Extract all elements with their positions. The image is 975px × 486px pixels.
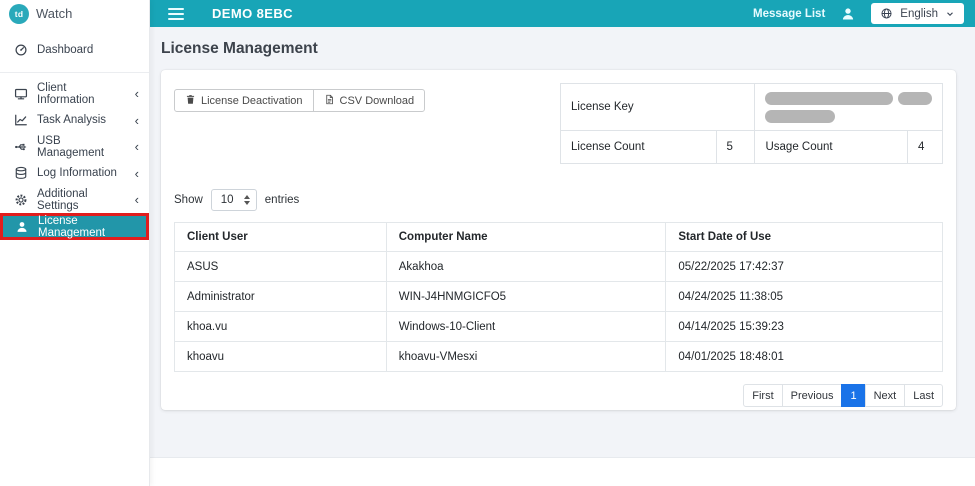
page-title: License Management xyxy=(161,40,955,58)
sidebar-item-additional-settings[interactable]: Additional Settings ‹ xyxy=(0,187,149,214)
select-arrows-icon xyxy=(244,195,250,205)
sidebar-item-label: Dashboard xyxy=(37,44,93,56)
sidebar-item-dashboard[interactable]: Dashboard xyxy=(0,37,149,64)
brand: td Watch xyxy=(0,0,149,27)
chevron-left-icon: ‹ xyxy=(135,167,139,180)
csv-download-label: CSV Download xyxy=(340,95,415,107)
toolbar-button-group: License Deactivation CSV Download xyxy=(174,89,425,112)
csv-download-button[interactable]: CSV Download xyxy=(313,89,426,112)
license-key-label: License Key xyxy=(561,84,755,131)
person-icon xyxy=(14,220,29,234)
cell-start-date: 04/24/2025 11:38:05 xyxy=(666,282,943,312)
chevron-left-icon: ‹ xyxy=(135,114,139,127)
card-top-row: License Deactivation CSV Download Licens… xyxy=(174,83,943,163)
usage-count-value: 4 xyxy=(908,131,943,164)
license-deactivation-label: License Deactivation xyxy=(201,95,303,107)
license-info-table: License Key License Count 5 Usage Count … xyxy=(560,83,943,164)
entries-selected-value: 10 xyxy=(221,194,234,206)
license-count-value: 5 xyxy=(716,131,755,164)
trash-icon xyxy=(185,94,196,108)
usb-icon xyxy=(13,140,28,154)
hamburger-icon[interactable] xyxy=(168,8,184,20)
topbar-title: DEMO 8EBC xyxy=(212,6,293,21)
column-client-user: Client User xyxy=(175,223,387,252)
user-icon[interactable] xyxy=(840,6,856,22)
sidebar-item-label: Log Information xyxy=(37,167,117,179)
sidebar-item-log-information[interactable]: Log Information ‹ xyxy=(0,160,149,187)
cell-computer-name: WIN-J4HNMGICFO5 xyxy=(386,282,666,312)
footer xyxy=(150,457,975,486)
chevron-left-icon: ‹ xyxy=(135,140,139,153)
topbar: DEMO 8EBC Message List English xyxy=(150,0,975,27)
sidebar-item-label: Additional Settings xyxy=(37,188,126,212)
entries-control: Show 10 entries xyxy=(174,189,943,211)
cell-client-user: khoavu xyxy=(175,342,387,372)
file-icon xyxy=(324,94,335,108)
table-row: khoavu khoavu-VMesxi 04/01/2025 18:48:01 xyxy=(175,342,943,372)
license-key-redacted xyxy=(765,92,932,105)
table-row: khoa.vu Windows-10-Client 04/14/2025 15:… xyxy=(175,312,943,342)
usage-count-label: Usage Count xyxy=(755,131,908,164)
sidebar: td Watch Dashboard Client Information ‹ xyxy=(0,0,150,486)
cell-computer-name: khoavu-VMesxi xyxy=(386,342,666,372)
gauge-icon xyxy=(13,43,28,57)
column-computer-name: Computer Name xyxy=(386,223,666,252)
license-key-value xyxy=(755,84,943,131)
language-selected: English xyxy=(900,8,938,20)
table-row: Administrator WIN-J4HNMGICFO5 04/24/2025… xyxy=(175,282,943,312)
chart-line-icon xyxy=(13,113,28,127)
cell-computer-name: Akakhoa xyxy=(386,252,666,282)
sidebar-item-usb-management[interactable]: USB Management ‹ xyxy=(0,134,149,161)
cell-start-date: 05/22/2025 17:42:37 xyxy=(666,252,943,282)
brand-name: Watch xyxy=(36,6,72,21)
sidebar-nav: Dashboard Client Information ‹ Task Anal… xyxy=(0,27,149,240)
watch-logo-icon: td xyxy=(9,4,29,24)
redaction-pill xyxy=(765,92,893,105)
table-row: ASUS Akakhoa 05/22/2025 17:42:37 xyxy=(175,252,943,282)
monitor-icon xyxy=(13,87,28,101)
entries-label: entries xyxy=(265,194,300,206)
pagination: First Previous 1 Next Last xyxy=(174,384,943,407)
pagination-last-button[interactable]: Last xyxy=(904,384,943,407)
sidebar-item-client-information[interactable]: Client Information ‹ xyxy=(0,81,149,108)
language-selector[interactable]: English xyxy=(871,3,964,24)
topbar-right: Message List English xyxy=(753,3,975,24)
license-deactivation-button[interactable]: License Deactivation xyxy=(174,89,314,112)
license-count-label: License Count xyxy=(561,131,717,164)
globe-icon xyxy=(880,7,893,20)
cell-start-date: 04/14/2025 15:39:23 xyxy=(666,312,943,342)
redaction-pill xyxy=(898,92,932,105)
database-icon xyxy=(13,166,28,180)
pagination-page-1-button[interactable]: 1 xyxy=(841,384,865,407)
chevron-down-icon xyxy=(945,9,955,19)
sidebar-item-task-analysis[interactable]: Task Analysis ‹ xyxy=(0,107,149,134)
pagination-previous-button[interactable]: Previous xyxy=(782,384,843,407)
cell-client-user: Administrator xyxy=(175,282,387,312)
sidebar-divider xyxy=(0,72,149,73)
cell-start-date: 04/01/2025 18:48:01 xyxy=(666,342,943,372)
pagination-next-button[interactable]: Next xyxy=(865,384,906,407)
table-header-row: Client User Computer Name Start Date of … xyxy=(175,223,943,252)
pagination-first-button[interactable]: First xyxy=(743,384,782,407)
chevron-left-icon: ‹ xyxy=(135,193,139,206)
content-area: License Management License Deactivation xyxy=(150,27,975,457)
column-start-date: Start Date of Use xyxy=(666,223,943,252)
sidebar-item-license-management[interactable]: License Management xyxy=(0,213,149,240)
cell-client-user: khoa.vu xyxy=(175,312,387,342)
cell-client-user: ASUS xyxy=(175,252,387,282)
entries-select[interactable]: 10 xyxy=(211,189,257,211)
chevron-left-icon: ‹ xyxy=(135,87,139,100)
sidebar-item-label: USB Management xyxy=(37,135,126,159)
sidebar-item-label: Client Information xyxy=(37,82,126,106)
sidebar-item-label: Task Analysis xyxy=(37,114,106,126)
redaction-pill xyxy=(765,110,835,123)
license-usage-table: Client User Computer Name Start Date of … xyxy=(174,222,943,372)
message-list-link[interactable]: Message List xyxy=(753,8,825,20)
gear-icon xyxy=(13,193,28,207)
cell-computer-name: Windows-10-Client xyxy=(386,312,666,342)
sidebar-item-label: License Management xyxy=(38,215,136,239)
show-label: Show xyxy=(174,194,203,206)
license-card: License Deactivation CSV Download Licens… xyxy=(161,70,956,410)
